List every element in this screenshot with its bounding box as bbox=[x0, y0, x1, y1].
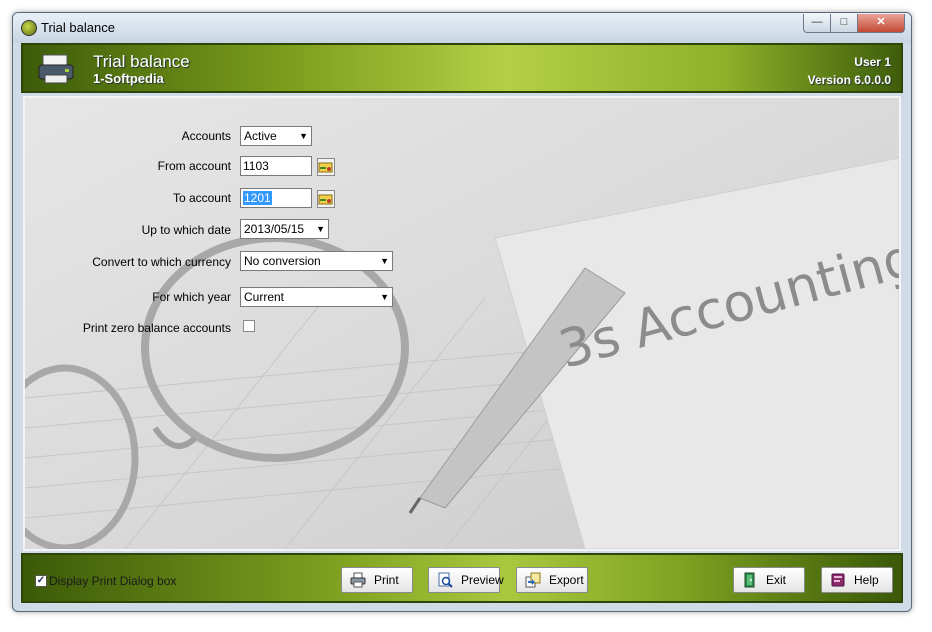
exit-label: Exit bbox=[766, 573, 787, 587]
year-dropdown[interactable]: Current ▼ bbox=[240, 287, 393, 307]
chevron-down-icon: ▼ bbox=[316, 224, 325, 234]
zero-balance-label: Print zero balance accounts bbox=[82, 321, 231, 335]
to-account-label: To account bbox=[172, 191, 231, 205]
chevron-down-icon: ▼ bbox=[380, 292, 389, 302]
chevron-down-icon: ▼ bbox=[299, 131, 308, 141]
window-title: Trial balance bbox=[41, 20, 115, 35]
zero-balance-checkbox[interactable] bbox=[243, 320, 255, 332]
currency-label: Convert to which currency bbox=[92, 255, 231, 269]
print-label: Print bbox=[374, 573, 399, 587]
to-account-lookup-button[interactable] bbox=[317, 190, 335, 208]
export-label: Export bbox=[549, 573, 584, 587]
from-account-label: From account bbox=[157, 159, 231, 173]
minimize-button[interactable]: — bbox=[803, 14, 831, 33]
preview-icon bbox=[438, 572, 453, 588]
close-button[interactable]: ✕ bbox=[857, 14, 905, 33]
footer-toolbar: ✓ Display Print Dialog box Print Preview bbox=[21, 553, 903, 603]
preview-label: Preview bbox=[461, 573, 504, 587]
date-picker[interactable]: 2013/05/15 ▼ bbox=[240, 219, 329, 239]
export-icon bbox=[525, 572, 541, 588]
help-book-icon bbox=[831, 573, 845, 587]
app-icon bbox=[21, 20, 37, 36]
year-label: For which year bbox=[152, 290, 231, 304]
maximize-button[interactable]: □ bbox=[830, 14, 858, 33]
folder-open-icon bbox=[318, 162, 333, 173]
from-account-value: 1103 bbox=[243, 159, 269, 173]
form-panel: 3s Accounting Accounts Active ▼ From acc… bbox=[23, 96, 901, 551]
accounts-label: Accounts bbox=[181, 129, 231, 143]
accounts-dropdown[interactable]: Active ▼ bbox=[240, 126, 312, 146]
company-name: 1-Softpedia bbox=[93, 71, 164, 86]
from-account-lookup-button[interactable] bbox=[317, 158, 335, 176]
chevron-down-icon: ▼ bbox=[380, 256, 389, 266]
exit-door-icon bbox=[744, 572, 755, 588]
version-label: Version 6.0.0.0 bbox=[807, 73, 891, 87]
to-account-input[interactable]: 1201 bbox=[240, 188, 312, 208]
folder-open-icon bbox=[318, 194, 333, 205]
app-window: Trial balance — □ ✕ Trial balance 1-Soft… bbox=[12, 12, 912, 612]
export-button[interactable]: Export bbox=[516, 567, 588, 593]
currency-value: No conversion bbox=[244, 254, 321, 268]
date-value: 2013/05/15 bbox=[244, 222, 305, 236]
printer-icon bbox=[350, 572, 366, 588]
print-dialog-label: Display Print Dialog box bbox=[49, 574, 177, 588]
year-value: Current bbox=[244, 290, 285, 304]
date-label: Up to which date bbox=[141, 223, 231, 237]
printer-icon bbox=[38, 54, 74, 84]
header-title: Trial balance bbox=[93, 52, 190, 71]
from-account-input[interactable]: 1103 bbox=[240, 156, 312, 176]
help-label: Help bbox=[854, 573, 879, 587]
user-label: User 1 bbox=[854, 55, 891, 69]
print-button[interactable]: Print bbox=[341, 567, 413, 593]
currency-dropdown[interactable]: No conversion ▼ bbox=[240, 251, 393, 271]
exit-button[interactable]: Exit bbox=[733, 567, 805, 593]
report-header: Trial balance 1-Softpedia User 1 Version… bbox=[21, 43, 903, 93]
preview-button[interactable]: Preview bbox=[428, 567, 504, 593]
title-bar[interactable]: Trial balance — □ ✕ bbox=[13, 13, 911, 43]
accounts-value: Active bbox=[244, 129, 277, 143]
help-button[interactable]: Help bbox=[821, 567, 893, 593]
to-account-value: 1201 bbox=[243, 191, 272, 205]
print-dialog-checkbox[interactable]: ✓ bbox=[35, 575, 47, 587]
